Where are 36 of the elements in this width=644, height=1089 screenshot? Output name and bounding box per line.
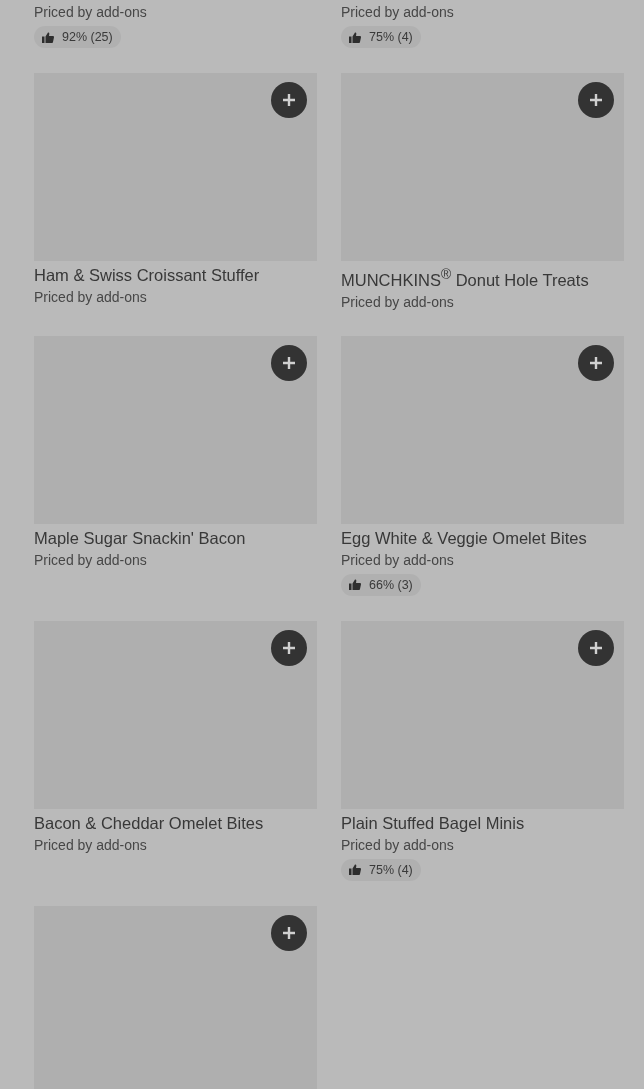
add-button[interactable] bbox=[271, 914, 307, 951]
plus-icon bbox=[589, 93, 603, 107]
plus-icon bbox=[282, 925, 296, 940]
item-name: Egg White & Veggie Omelet Bites bbox=[341, 527, 588, 548]
rating-text: 75% (4) bbox=[369, 862, 413, 877]
thumbs-up-icon bbox=[42, 31, 54, 43]
plus-icon bbox=[282, 355, 296, 370]
item-price: Priced by add-ons bbox=[34, 288, 148, 306]
item-name: Bacon & Cheddar Omelet Bites bbox=[34, 812, 265, 833]
add-button[interactable] bbox=[271, 82, 307, 118]
add-button[interactable] bbox=[578, 629, 614, 666]
add-button[interactable] bbox=[271, 344, 307, 381]
plus-icon bbox=[589, 355, 603, 370]
rating-text: 66% (3) bbox=[369, 577, 413, 592]
item-price: Priced by add-ons bbox=[34, 835, 148, 854]
plus-icon bbox=[282, 640, 296, 655]
plus-icon bbox=[589, 640, 603, 655]
thumbs-up-icon bbox=[349, 31, 361, 43]
item-name: Plain Stuffed Bagel Minis bbox=[341, 812, 526, 833]
rating-text: 92% (25) bbox=[62, 30, 113, 44]
add-button[interactable] bbox=[578, 344, 614, 381]
thumbs-up-icon bbox=[349, 579, 361, 590]
item-name: Maple Sugar Snackin' Bacon bbox=[34, 527, 247, 548]
item-price: Priced by add-ons bbox=[341, 835, 455, 854]
add-button[interactable] bbox=[271, 629, 307, 666]
add-button[interactable] bbox=[578, 82, 614, 118]
rating-text: 75% (4) bbox=[369, 30, 413, 44]
item-name: MUNCHKINS$^{®}$ Donut Hole Treats bbox=[341, 266, 590, 290]
item-price: Priced by add-ons bbox=[34, 3, 148, 21]
item-name: Ham & Swiss Croissant Stuffer bbox=[34, 265, 261, 285]
thumbs-up-icon bbox=[349, 864, 361, 875]
item-price: Priced by add-ons bbox=[34, 550, 148, 569]
item-price: Priced by add-ons bbox=[341, 292, 455, 311]
item-price: Priced by add-ons bbox=[341, 3, 455, 21]
plus-icon bbox=[282, 93, 296, 107]
item-price: Priced by add-ons bbox=[341, 550, 455, 569]
